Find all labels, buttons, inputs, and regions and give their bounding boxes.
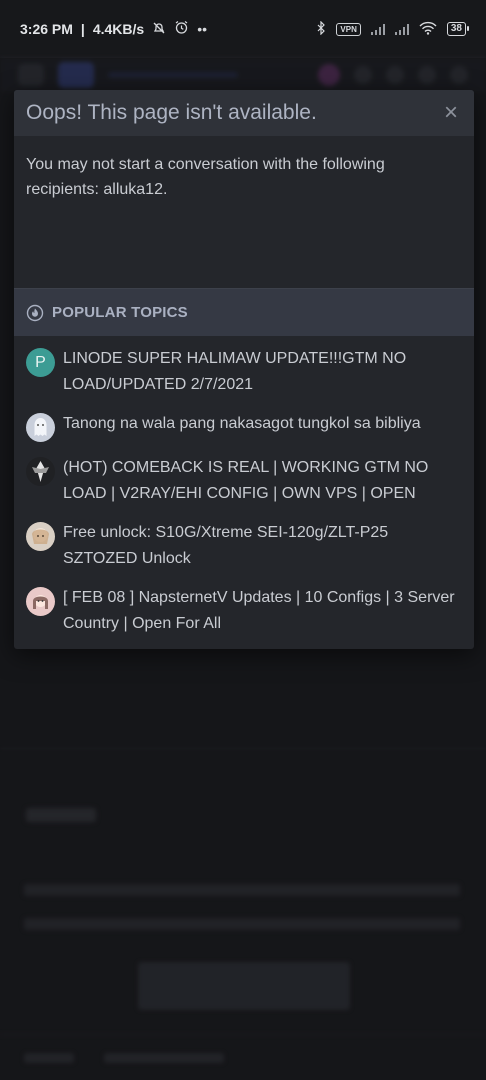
fire-icon [26,304,44,322]
popular-topics-header: POPULAR TOPICS [14,288,474,336]
list-item[interactable]: (HOT) COMEBACK IS REAL | WORKING GTM NO … [26,455,462,507]
avatar: P [26,348,55,377]
more-icon: •• [197,21,208,37]
signal-icon-2 [394,23,409,35]
topic-link[interactable]: Free unlock: S10G/Xtreme SEI-120g/ZLT-P2… [63,520,462,572]
popular-topics-title: POPULAR TOPICS [52,304,188,321]
topic-link[interactable]: Tanong na wala pang nakasagot tungkol sa… [63,411,421,442]
bluetooth-icon [316,20,326,38]
status-separator: | [80,21,85,37]
list-item[interactable]: [ FEB 08 ] NapsternetV Updates | 10 Conf… [26,585,462,637]
avatar-letter: P [35,353,46,371]
avatar [26,457,55,486]
signal-icon [370,23,385,35]
wifi-icon [419,21,437,38]
status-bar: 3:26 PM | 4.4KB/s •• VPN 38 [0,0,486,58]
network-speed: 4.4KB/s [92,21,145,37]
list-item[interactable]: P LINODE SUPER HALIMAW UPDATE!!!GTM NO L… [26,346,462,398]
topic-link[interactable]: (HOT) COMEBACK IS REAL | WORKING GTM NO … [63,455,462,507]
avatar [26,587,55,616]
dialog-header: Oops! This page isn't available. × [14,90,474,136]
list-item[interactable]: Tanong na wala pang nakasagot tungkol sa… [26,411,462,442]
avatar [26,522,55,551]
dialog-message: You may not start a conversation with th… [26,156,385,198]
close-button[interactable]: × [444,101,458,125]
error-dialog: Oops! This page isn't available. × You m… [14,90,474,649]
list-item[interactable]: Free unlock: S10G/Xtreme SEI-120g/ZLT-P2… [26,520,462,572]
alarm-icon [174,20,189,38]
topic-link[interactable]: [ FEB 08 ] NapsternetV Updates | 10 Conf… [63,585,462,637]
status-left: 3:26 PM | 4.4KB/s •• [20,20,207,38]
dialog-title: Oops! This page isn't available. [26,101,317,124]
topic-list: P LINODE SUPER HALIMAW UPDATE!!!GTM NO L… [14,336,474,649]
battery-icon: 38 [446,22,470,36]
status-right: VPN 38 [316,20,470,38]
vpn-badge: VPN [336,22,361,36]
bell-off-icon [152,21,166,38]
topic-link[interactable]: LINODE SUPER HALIMAW UPDATE!!!GTM NO LOA… [63,346,462,398]
avatar [26,413,55,442]
status-time: 3:26 PM [20,21,73,37]
